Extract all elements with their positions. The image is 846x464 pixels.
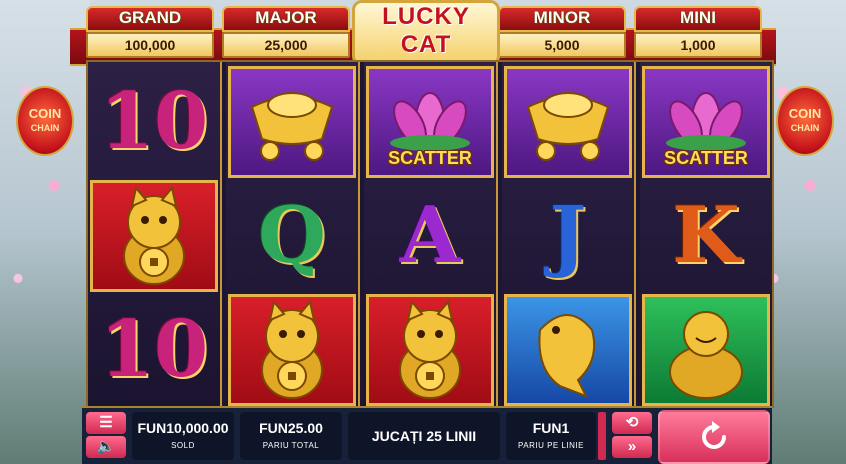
symbol-text: Q [258, 190, 326, 281]
jackpot-grand: GRAND 100,000 [86, 6, 214, 58]
menu-icon: ☰ [99, 414, 113, 431]
symbol-scatter: SCATTER [642, 66, 770, 178]
gold-ingot-icon [250, 92, 334, 161]
symbol-lucky-cat [90, 180, 218, 292]
symbol-k: K [642, 180, 770, 292]
symbol-text: J [549, 190, 587, 281]
symbol-koi-fish [504, 294, 632, 406]
turbo-button[interactable]: » [612, 436, 652, 458]
symbol-q: Q [228, 180, 356, 292]
symbol-ten: 10 [90, 294, 218, 406]
turbo-icon: » [627, 438, 637, 455]
jackpot-label: MINOR [498, 6, 626, 32]
symbol-gold-ingot [228, 66, 356, 178]
jackpot-mini: MINI 1,000 [634, 6, 762, 58]
jackpot-minor: MINOR 5,000 [498, 6, 626, 58]
coin-chain-badge-left: COIN CHAIN [16, 86, 74, 156]
jackpot-value: 100,000 [86, 32, 214, 58]
logo-line-2: CAT [400, 31, 452, 58]
logo-line-1: LUCKY [382, 3, 470, 30]
line-bet-stepper[interactable] [598, 412, 606, 460]
jackpot-value: 5,000 [498, 32, 626, 58]
total-bet-display: FUN25.00 PARIU TOTAL [240, 412, 342, 460]
coin-chain-badge-right: COIN CHAIN [776, 86, 834, 156]
reel-4: J [502, 62, 636, 406]
jackpot-label: MAJOR [222, 6, 350, 32]
lucky-cat-icon [123, 186, 185, 285]
scenery-left [0, 0, 90, 464]
badge-line-2: CHAIN [790, 123, 820, 133]
symbol-lucky-cat [228, 294, 356, 406]
symbol-j: J [504, 180, 632, 292]
koi-fish-icon [538, 314, 596, 398]
menu-button[interactable]: ☰ [86, 412, 126, 434]
symbol-text: A [399, 190, 461, 281]
spin-icon [702, 421, 726, 449]
badge-line-1: COIN [28, 106, 62, 121]
line-bet-caption: PARIU PE LINIE [518, 441, 584, 450]
play-lines-button[interactable]: JUCAȚI 25 LINII [348, 412, 500, 460]
symbol-lucky-cat [366, 294, 494, 406]
jackpot-label: MINI [634, 6, 762, 32]
reel-area: 10 10 Q SCATTER A J SCATTER K [86, 60, 774, 408]
symbol-scatter: SCATTER [366, 66, 494, 178]
spin-button[interactable] [658, 410, 770, 464]
game-logo: LUCKY CAT [352, 0, 500, 66]
lotus-icon [390, 92, 470, 151]
total-bet-value: FUN25.00 [259, 420, 323, 436]
symbol-gold-ingot [504, 66, 632, 178]
reel-2: Q [226, 62, 360, 406]
gold-ingot-icon [526, 92, 610, 161]
symbol-ten: 10 [90, 66, 218, 178]
reel-3: SCATTER A [364, 62, 498, 406]
jackpot-label: GRAND [86, 6, 214, 32]
symbol-buddha [642, 294, 770, 406]
lucky-cat-icon [399, 300, 461, 399]
sound-icon: 🔈 [96, 438, 116, 455]
scatter-label: SCATTER [388, 148, 472, 168]
jackpot-major: MAJOR 25,000 [222, 6, 350, 58]
line-bet-display[interactable]: FUN1 PARIU PE LINIE [506, 412, 596, 460]
badge-line-2: CHAIN [30, 123, 60, 133]
badge-line-1: COIN [788, 106, 822, 121]
reel-1: 10 10 [88, 62, 222, 406]
buddha-icon [669, 311, 743, 399]
control-bar: ☰ 🔈 FUN10,000.00 SOLD FUN25.00 PARIU TOT… [82, 406, 772, 464]
symbol-text: K [672, 190, 740, 281]
lucky-cat-icon [261, 300, 323, 399]
autoplay-button[interactable]: ⟲ [612, 412, 652, 434]
symbol-text: 10 [99, 76, 209, 167]
scatter-label: SCATTER [664, 148, 748, 168]
sound-button[interactable]: 🔈 [86, 436, 126, 458]
symbol-text: 10 [99, 304, 209, 395]
autoplay-icon: ⟲ [625, 414, 639, 431]
jackpot-value: 1,000 [634, 32, 762, 58]
balance-value: FUN10,000.00 [137, 420, 229, 436]
symbol-a: A [366, 180, 494, 292]
balance-caption: SOLD [171, 441, 195, 450]
line-bet-value: FUN1 [532, 420, 570, 436]
jackpot-value: 25,000 [222, 32, 350, 58]
lotus-icon [666, 92, 746, 151]
total-bet-caption: PARIU TOTAL [262, 441, 320, 450]
balance-display: FUN10,000.00 SOLD [132, 412, 234, 460]
reel-5: SCATTER K [640, 62, 772, 406]
